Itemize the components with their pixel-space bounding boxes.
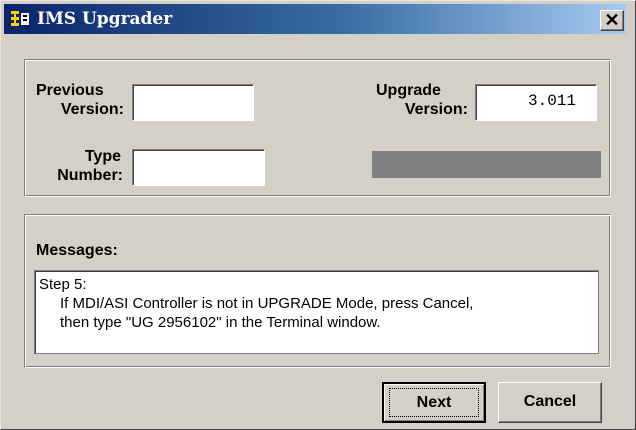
message-line: Step 5: — [39, 276, 87, 293]
next-button[interactable]: Next — [382, 382, 486, 423]
messages-title: Messages: — [36, 242, 118, 259]
upgrade-progress-bar — [372, 151, 601, 178]
upgrade-version-value: 3.011 — [527, 92, 576, 110]
cancel-button[interactable]: Cancel — [498, 382, 602, 423]
type-number-label: Type Number: — [57, 148, 123, 184]
close-icon: ✕ — [604, 10, 620, 30]
previous-version-field[interactable] — [132, 84, 254, 121]
window-title: IMS Upgrader — [37, 9, 173, 29]
upgrader-window: IMS Upgrader ✕ Previous Version: Type Nu… — [0, 0, 636, 430]
upgrade-version-label: Upgrade Version: — [376, 82, 468, 118]
ims-app-icon — [10, 9, 30, 29]
type-number-field[interactable] — [132, 149, 265, 186]
title-bar[interactable]: IMS Upgrader ✕ — [4, 4, 626, 34]
upgrade-version-field: 3.011 — [475, 84, 597, 121]
messages-box: Step 5: If MDI/ASI Controller is not in … — [34, 270, 599, 354]
previous-version-label: Previous Version: — [36, 82, 124, 118]
message-line: If MDI/ASI Controller is not in UPGRADE … — [60, 295, 474, 312]
message-line: then type "UG 2956102" in the Terminal w… — [60, 314, 381, 331]
close-button[interactable]: ✕ — [600, 10, 624, 31]
